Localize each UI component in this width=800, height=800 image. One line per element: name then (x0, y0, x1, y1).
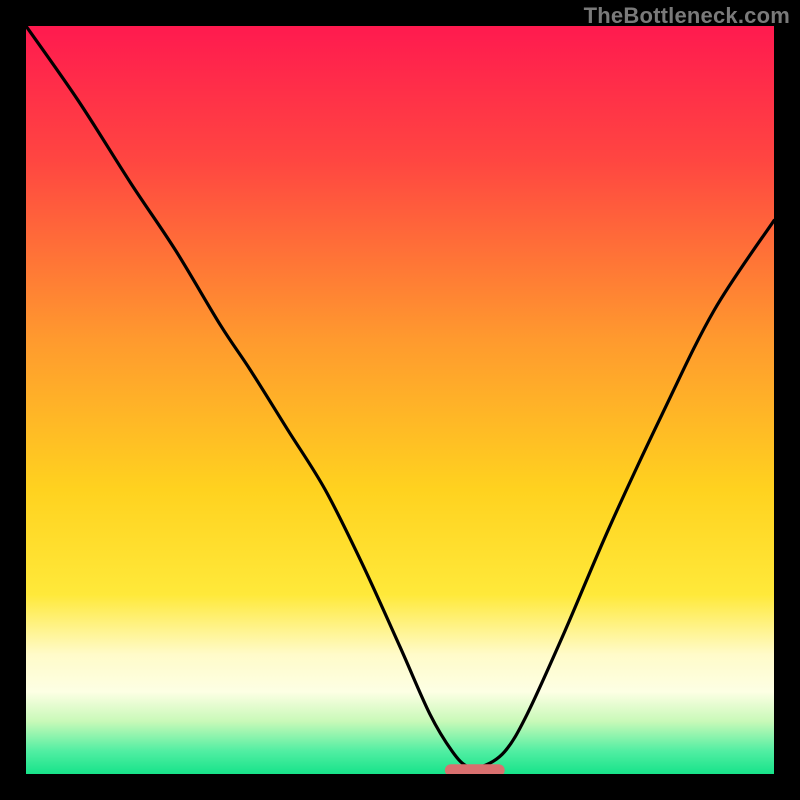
gradient-background (26, 26, 774, 774)
minimum-marker (445, 764, 505, 774)
chart-svg (26, 26, 774, 774)
chart-frame: TheBottleneck.com (0, 0, 800, 800)
plot-area (26, 26, 774, 774)
